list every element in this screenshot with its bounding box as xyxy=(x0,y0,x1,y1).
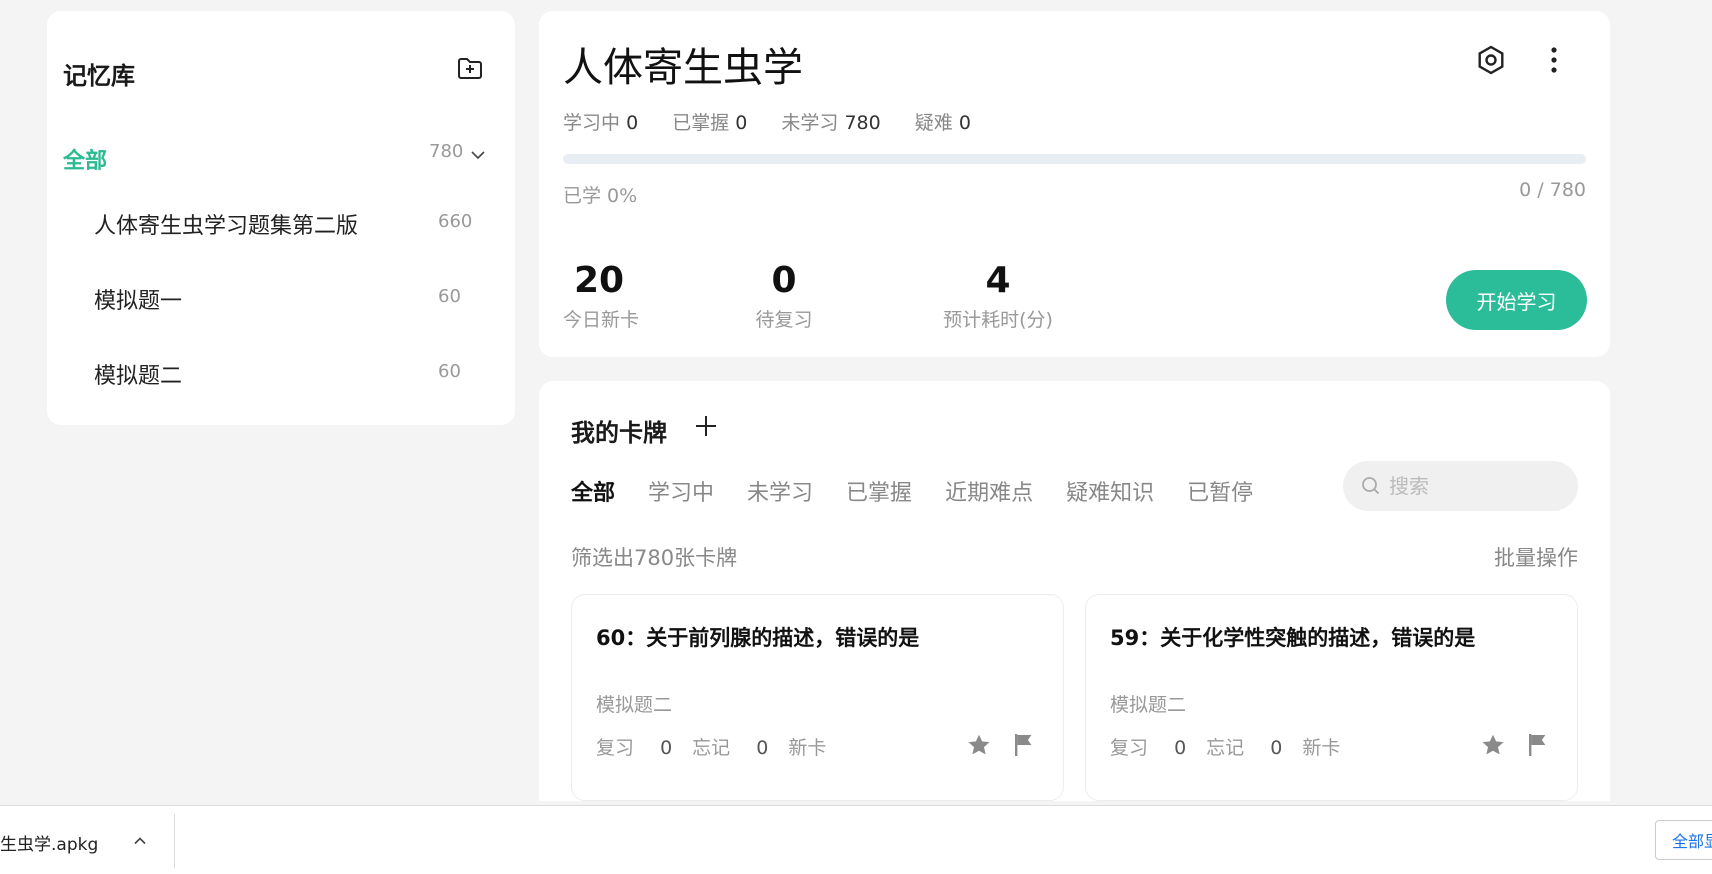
sidebar-item-count: 60 xyxy=(438,286,461,307)
card-meta: 复习 0 忘记 0 新卡 xyxy=(596,733,846,760)
card-review-count: 复习 0 xyxy=(1110,737,1187,759)
metric-label: 今日新卡 xyxy=(563,309,640,331)
card-item[interactable]: 60：关于前列腺的描述，错误的是 模拟题二 复习 0 忘记 0 新卡 xyxy=(571,594,1064,801)
metric-value: 0 xyxy=(771,260,797,301)
tab-unlearned[interactable]: 未学习 xyxy=(747,475,813,507)
card-status: 新卡 xyxy=(1302,737,1341,759)
card-forget-count: 忘记 0 xyxy=(692,737,769,759)
search-box xyxy=(1343,461,1578,511)
tab-difficult-knowledge[interactable]: 疑难知识 xyxy=(1066,475,1154,507)
sidebar-item-all[interactable]: 全部 xyxy=(63,143,107,175)
tab-recent-difficult[interactable]: 近期难点 xyxy=(945,475,1033,507)
tab-suspended[interactable]: 已暂停 xyxy=(1187,475,1253,507)
cards-title: 我的卡牌 xyxy=(571,419,667,447)
stat-mastered: 已掌握 0 xyxy=(672,112,748,134)
search-input[interactable] xyxy=(1389,471,1569,501)
stat-learning: 学习中 0 xyxy=(563,112,639,134)
tab-mastered[interactable]: 已掌握 xyxy=(846,475,912,507)
metric-label: 预计耗时(分) xyxy=(943,309,1053,331)
chevron-up-icon[interactable] xyxy=(133,833,147,847)
sidebar-item-count: 660 xyxy=(438,211,473,232)
card-item[interactable]: 59：关于化学性突触的描述，错误的是 模拟题二 复习 0 忘记 0 新卡 xyxy=(1085,594,1578,801)
progress-bar xyxy=(563,154,1586,164)
metric-label: 待复习 xyxy=(755,309,813,331)
sidebar-item-deck[interactable]: 模拟题二 60 xyxy=(47,346,515,396)
download-divider xyxy=(174,814,175,868)
stat-difficult: 疑难 0 xyxy=(914,112,971,134)
flag-icon[interactable] xyxy=(1526,732,1550,758)
more-vertical-icon[interactable] xyxy=(1539,43,1569,77)
download-filename: 生虫学.apkg xyxy=(0,835,99,855)
metric-estimated-time: 4 预计耗时(分) xyxy=(943,263,1053,332)
metric-pending-review: 0 待复习 xyxy=(751,263,817,332)
sidebar-title: 记忆库 xyxy=(63,62,135,90)
card-filter-tabs: 全部 学习中 未学习 已掌握 近期难点 疑难知识 已暂停 xyxy=(571,475,1286,507)
card-question: 60：关于前列腺的描述，错误的是 xyxy=(596,626,920,650)
card-deck-name: 模拟题二 xyxy=(1110,694,1187,716)
metric-value: 20 xyxy=(573,260,625,301)
filter-count: 筛选出780张卡牌 xyxy=(571,546,738,570)
folder-add-icon[interactable] xyxy=(455,53,485,83)
deck-title: 人体寄生虫学 xyxy=(563,45,803,91)
flag-icon[interactable] xyxy=(1012,732,1036,758)
tab-all[interactable]: 全部 xyxy=(571,475,615,507)
card-deck-name: 模拟题二 xyxy=(596,694,673,716)
card-meta: 复习 0 忘记 0 新卡 xyxy=(1110,733,1360,760)
sidebar-item-deck[interactable]: 模拟题一 60 xyxy=(47,271,515,321)
sidebar-all-count: 780 xyxy=(429,141,464,162)
deck-stats: 学习中 0 已掌握 0 未学习 780 疑难 0 xyxy=(563,108,999,135)
settings-icon[interactable] xyxy=(1474,43,1508,77)
metric-new-cards: 20 今日新卡 xyxy=(563,260,640,332)
card-status: 新卡 xyxy=(788,737,827,759)
learned-percent: 已学 0% xyxy=(563,185,638,207)
batch-operation-button[interactable]: 批量操作 xyxy=(1494,542,1578,572)
start-learning-button[interactable]: 开始学习 xyxy=(1446,270,1587,330)
sidebar-item-label: 人体寄生虫学习题集第二版 xyxy=(94,214,359,239)
sidebar-item-count: 60 xyxy=(438,361,461,382)
progress-ratio: 0 / 780 xyxy=(1519,179,1586,201)
download-item[interactable]: 生虫学.apkg xyxy=(0,806,174,872)
my-cards-panel: 我的卡牌 全部 学习中 未学习 已掌握 近期难点 疑难知识 已暂停 筛选出780张卡牌 批量… xyxy=(539,381,1610,801)
sidebar-item-label: 模拟题二 xyxy=(94,364,183,389)
metric-value: 4 xyxy=(985,260,1011,301)
plus-icon[interactable] xyxy=(693,413,719,439)
tab-learning[interactable]: 学习中 xyxy=(648,475,714,507)
download-bar: 生虫学.apkg 全部显 xyxy=(0,805,1712,874)
chevron-down-icon[interactable] xyxy=(469,146,487,164)
card-forget-count: 忘记 0 xyxy=(1206,737,1283,759)
sidebar-item-deck[interactable]: 人体寄生虫学习题集第二版 660 xyxy=(47,196,515,246)
stat-unlearned: 未学习 780 xyxy=(781,112,881,134)
star-icon[interactable] xyxy=(966,732,992,758)
show-all-downloads-button[interactable]: 全部显 xyxy=(1655,820,1712,860)
deck-library-sidebar: 记忆库 全部 780 人体寄生虫学习题集第二版 660 模拟题一 60 模拟题二… xyxy=(47,11,515,425)
star-icon[interactable] xyxy=(1480,732,1506,758)
deck-overview-panel: 人体寄生虫学 学习中 0 已掌握 0 未学习 780 疑难 0 已学 0% 0 … xyxy=(539,11,1610,357)
card-review-count: 复习 0 xyxy=(596,737,673,759)
sidebar-item-label: 模拟题一 xyxy=(94,289,183,314)
search-icon xyxy=(1361,476,1381,496)
card-question: 59：关于化学性突触的描述，错误的是 xyxy=(1110,626,1476,650)
